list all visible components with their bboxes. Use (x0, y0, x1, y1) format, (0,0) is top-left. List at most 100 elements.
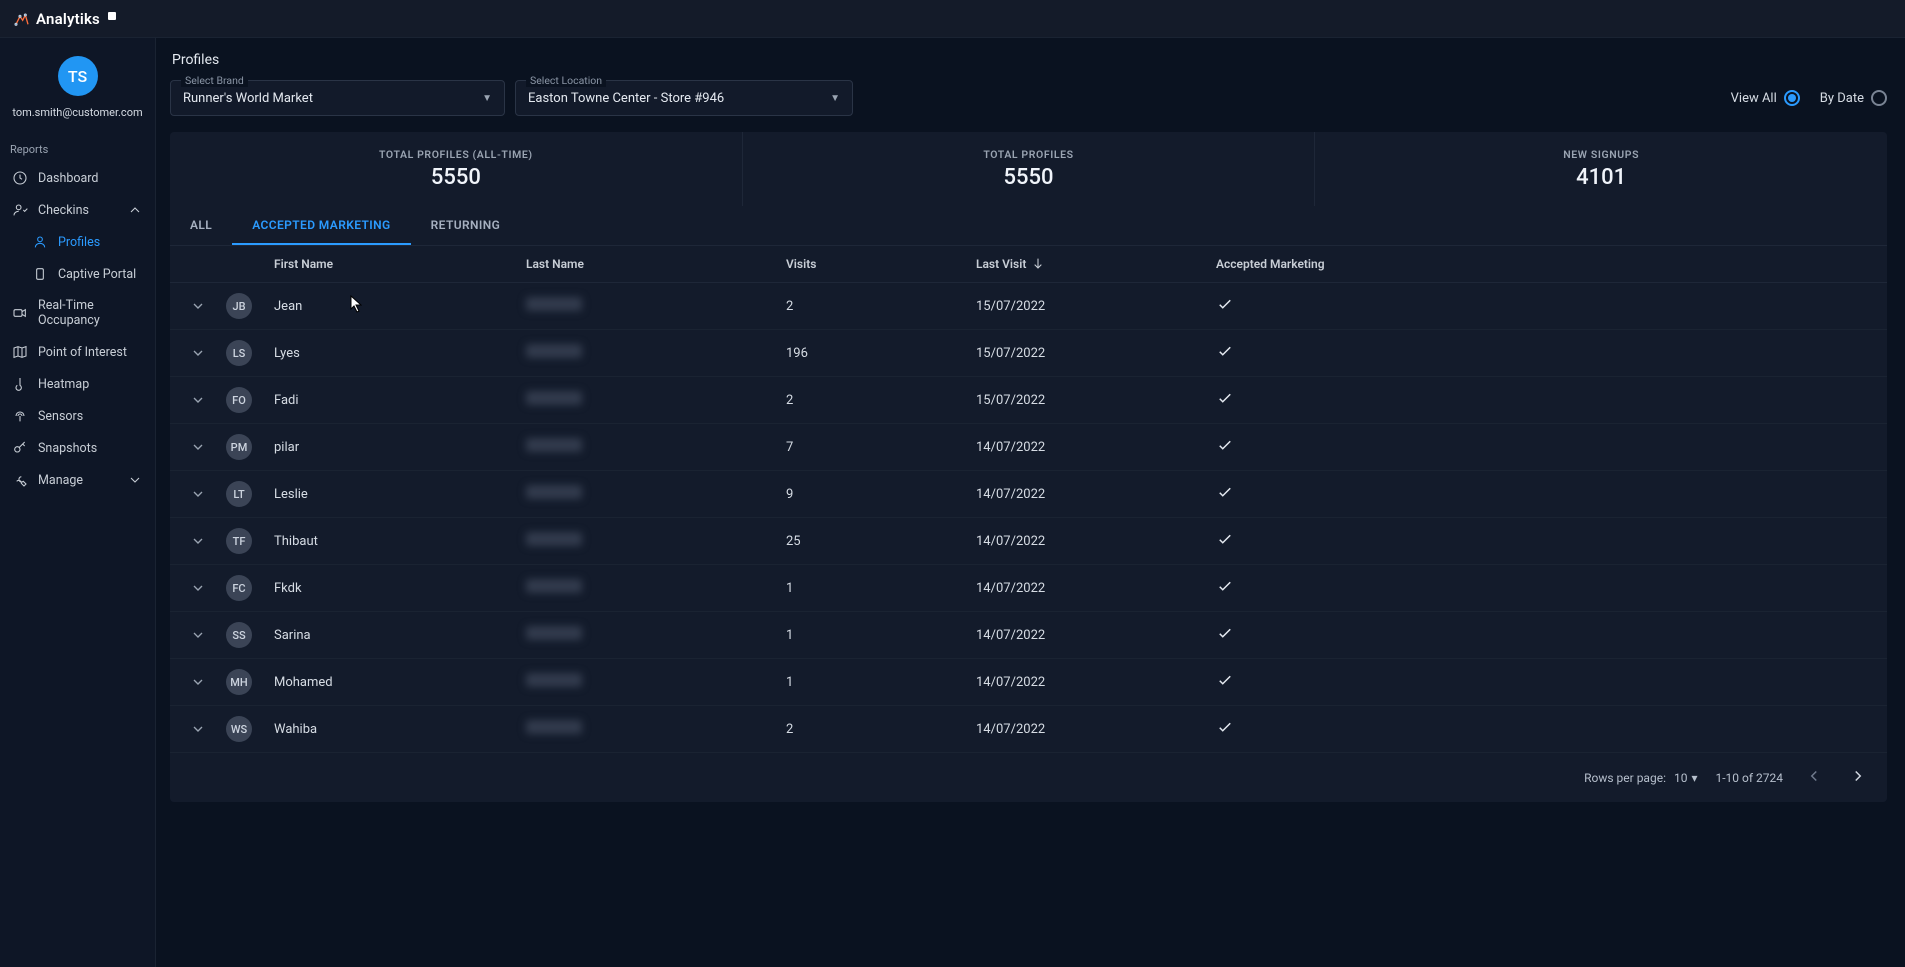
accepted-marketing-value (1216, 436, 1416, 458)
accepted-marketing-value (1216, 530, 1416, 552)
expand-row-button[interactable] (186, 529, 210, 553)
accepted-marketing-value (1216, 718, 1416, 740)
thermometer-icon (12, 376, 28, 392)
sidebar-item-label: Captive Portal (58, 267, 136, 282)
expand-row-button[interactable] (186, 388, 210, 412)
sidebar-item-captive-portal[interactable]: Captive Portal (0, 258, 155, 290)
tab-accepted-marketing[interactable]: ACCEPTED MARKETING (232, 206, 410, 245)
user-email: tom.smith@customer.com (12, 106, 142, 119)
table-row[interactable]: JBJean215/07/2022 (170, 283, 1887, 330)
sidebar-item-label: Profiles (58, 235, 100, 250)
key-icon (12, 440, 28, 456)
caret-down-icon: ▾ (1691, 771, 1697, 785)
first-name-value: Jean (274, 299, 302, 314)
next-page-button[interactable] (1845, 763, 1871, 792)
last-name-redacted (526, 297, 582, 311)
rows-per-page-label: Rows per page: (1584, 771, 1666, 785)
sidebar-item-profiles[interactable]: Profiles (0, 226, 155, 258)
visits-value: 196 (786, 346, 976, 361)
main-content: Profiles Select Brand Runner's World Mar… (156, 38, 1905, 967)
user-avatar[interactable]: TS (58, 56, 98, 96)
sidebar-item-label: Heatmap (38, 377, 89, 392)
expand-row-button[interactable] (186, 623, 210, 647)
brand-name: Analytiks (36, 10, 100, 28)
table-row[interactable]: MHMohamed114/07/2022 (170, 659, 1887, 706)
last-visit-value: 15/07/2022 (976, 299, 1216, 314)
last-visit-value: 14/07/2022 (976, 722, 1216, 737)
visits-value: 1 (786, 675, 976, 690)
table-row[interactable]: TFThibaut2514/07/2022 (170, 518, 1887, 565)
col-last-name[interactable]: Last Name (526, 257, 786, 271)
caret-down-icon: ▼ (482, 93, 492, 104)
arrow-down-icon (1030, 256, 1046, 272)
sidebar-item-label: Manage (38, 473, 83, 488)
view-toggle: View All By Date (1731, 90, 1887, 106)
brand-select-label: Select Brand (181, 74, 248, 87)
col-accepted[interactable]: Accepted Marketing (1216, 257, 1416, 271)
map-icon (12, 344, 28, 360)
radio-unchecked-icon (1871, 90, 1887, 106)
row-avatar: FC (226, 575, 252, 601)
last-visit-value: 14/07/2022 (976, 675, 1216, 690)
sidebar-item-snapshots[interactable]: Snapshots (0, 432, 155, 464)
prev-page-button[interactable] (1801, 763, 1827, 792)
table-row[interactable]: PMpilar714/07/2022 (170, 424, 1887, 471)
last-name-redacted (526, 626, 582, 640)
sidebar-item-label: Sensors (38, 409, 83, 424)
stat-signups: NEW SIGNUPS 4101 (1315, 132, 1887, 206)
expand-row-button[interactable] (186, 435, 210, 459)
expand-row-button[interactable] (186, 717, 210, 741)
stat-value: 5550 (178, 165, 734, 190)
expand-row-button[interactable] (186, 482, 210, 506)
table-row[interactable]: FOFadi215/07/2022 (170, 377, 1887, 424)
brand-select[interactable]: Select Brand Runner's World Market ▼ (170, 80, 505, 116)
col-last-visit[interactable]: Last Visit (976, 256, 1216, 272)
user-block: TS tom.smith@customer.com (0, 48, 155, 133)
expand-row-button[interactable] (186, 670, 210, 694)
tab-returning[interactable]: RETURNING (411, 206, 521, 245)
sidebar-item-label: Dashboard (38, 171, 98, 186)
table-row[interactable]: WSWahiba214/07/2022 (170, 706, 1887, 753)
table-row[interactable]: LSLyes19615/07/2022 (170, 330, 1887, 377)
accepted-marketing-value (1216, 342, 1416, 364)
sidebar-item-sensors[interactable]: Sensors (0, 400, 155, 432)
sidebar-item-label: Checkins (38, 203, 89, 218)
row-avatar: LS (226, 340, 252, 366)
chevron-up-icon (127, 202, 143, 218)
accepted-marketing-value (1216, 577, 1416, 599)
visits-value: 7 (786, 440, 976, 455)
sidebar: TS tom.smith@customer.com Reports Dashbo… (0, 38, 156, 967)
radio-checked-icon (1784, 90, 1800, 106)
visits-value: 1 (786, 628, 976, 643)
expand-row-button[interactable] (186, 576, 210, 600)
sidebar-item-realtime-occupancy[interactable]: Real-Time Occupancy (0, 290, 155, 336)
visits-value: 1 (786, 581, 976, 596)
first-name-value: Mohamed (274, 675, 333, 690)
table-row[interactable]: FCFkdk114/07/2022 (170, 565, 1887, 612)
profile-tabs: ALL ACCEPTED MARKETING RETURNING (170, 206, 1887, 246)
sidebar-item-manage[interactable]: Manage (0, 464, 155, 496)
table-row[interactable]: LTLeslie914/07/2022 (170, 471, 1887, 518)
table-row[interactable]: SSSarina114/07/2022 (170, 612, 1887, 659)
expand-row-button[interactable] (186, 341, 210, 365)
sidebar-item-dashboard[interactable]: Dashboard (0, 162, 155, 194)
last-name-redacted (526, 391, 582, 405)
by-date-radio[interactable]: By Date (1820, 90, 1887, 106)
first-name-value: pilar (274, 440, 299, 455)
view-all-radio[interactable]: View All (1731, 90, 1800, 106)
tab-all[interactable]: ALL (170, 206, 232, 245)
expand-row-button[interactable] (186, 294, 210, 318)
person-icon (32, 234, 48, 250)
location-select[interactable]: Select Location Easton Towne Center - St… (515, 80, 853, 116)
rows-per-page: Rows per page: 10 ▾ (1584, 771, 1697, 785)
col-visits[interactable]: Visits (786, 257, 976, 271)
sidebar-item-heatmap[interactable]: Heatmap (0, 368, 155, 400)
sidebar-item-label: Snapshots (38, 441, 97, 456)
sidebar-item-poi[interactable]: Point of Interest (0, 336, 155, 368)
sidebar-item-checkins[interactable]: Checkins (0, 194, 155, 226)
rows-per-page-select[interactable]: 10 ▾ (1674, 771, 1698, 785)
brand-logo[interactable]: Analytiks (14, 10, 116, 28)
first-name-value: Fadi (274, 393, 299, 408)
last-name-redacted (526, 532, 582, 546)
col-first-name[interactable]: First Name (226, 257, 526, 271)
